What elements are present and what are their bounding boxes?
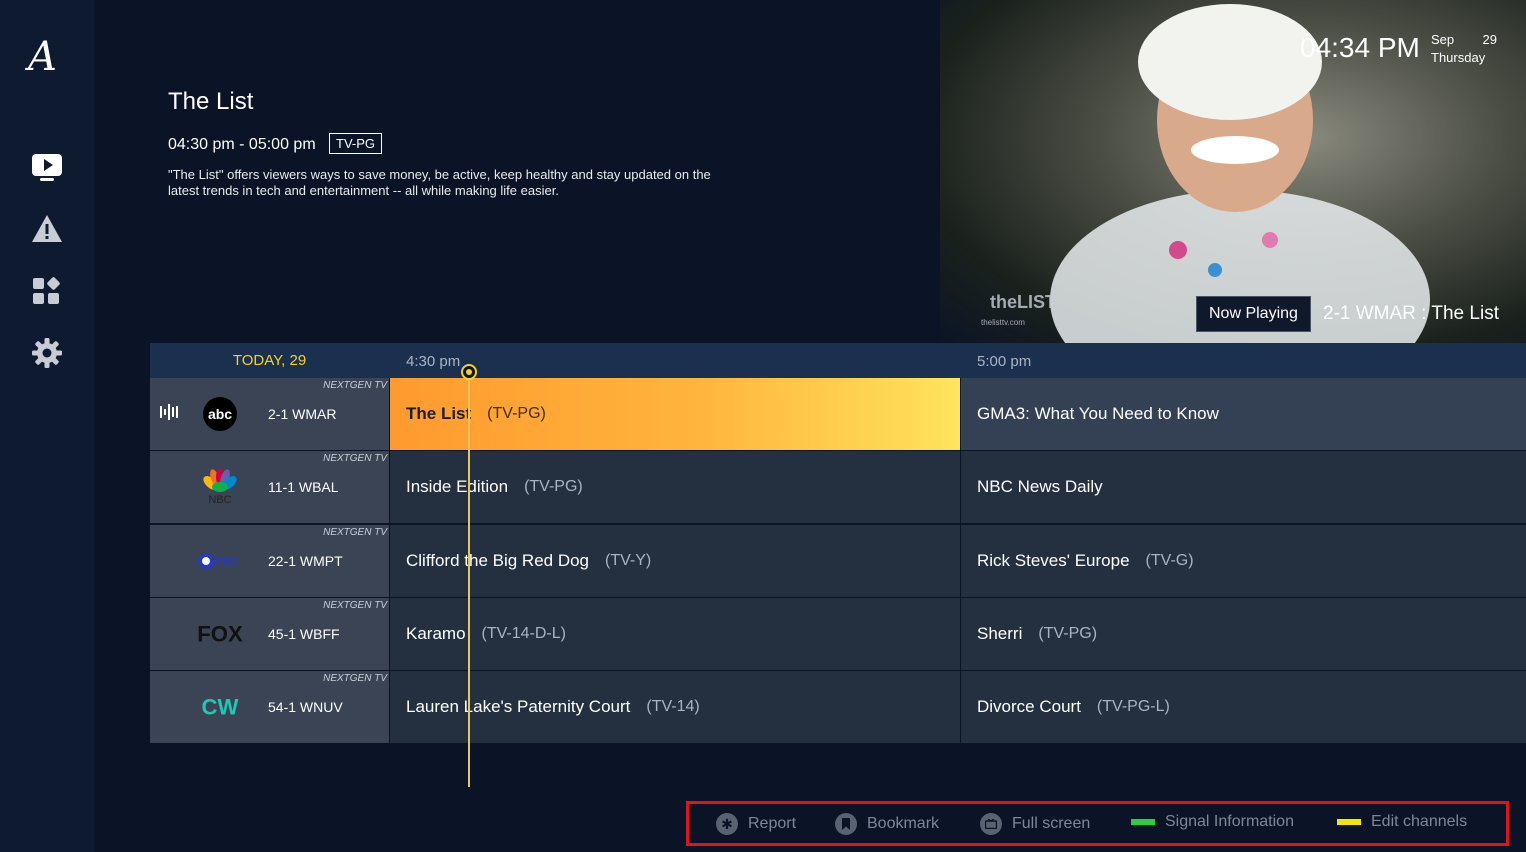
program-rating: (TV-14-D-L) [481,625,566,642]
tv-icon [980,813,1002,835]
channel-row[interactable]: NEXTGEN TV abc 2-1 WMAR The List (TV-PG)… [150,378,1526,450]
program-rating: (TV-G) [1145,552,1194,569]
day: 29 [1482,32,1497,47]
edit-channels-button[interactable]: Edit channels [1337,813,1467,831]
fullscreen-label: Full screen [1012,815,1091,832]
program-title: The List [406,404,472,423]
bookmark-button[interactable]: Bookmark [835,813,939,835]
apps-icon[interactable] [30,274,64,308]
current-time-line [468,371,470,787]
channel-watermark: theLIST [990,292,1056,312]
channel-number: 45-1 WBFF [268,626,340,642]
now-playing-label: Now Playing [1196,296,1311,332]
channel-number: 2-1 WMAR [268,406,337,422]
asterisk-icon: ✱ [716,813,738,835]
program-cell[interactable]: Clifford the Big Red Dog (TV-Y) [390,525,960,597]
nextgen-badge: NEXTGEN TV [323,453,387,464]
program-cell-selected[interactable]: The List (TV-PG) [390,378,960,450]
channel-row[interactable]: NEXTGEN TV PBS 22-1 WMPT Clifford the Bi… [150,525,1526,597]
program-title: Rick Steves' Europe [977,551,1130,570]
rating-badge: TV-PG [329,133,383,154]
program-time: 04:30 pm - 05:00 pm [168,136,316,153]
program-cell[interactable]: Rick Steves' Europe (TV-G) [961,525,1526,597]
program-cell[interactable]: NBC News Daily [961,451,1526,523]
pbs-logo: PBS [196,545,244,577]
program-cell[interactable]: Lauren Lake's Paternity Court (TV-14) [390,671,960,743]
nextgen-badge: NEXTGEN TV [323,527,387,538]
bookmark-icon [835,813,857,835]
program-rating: (TV-14) [646,698,700,715]
alert-icon[interactable] [30,212,64,246]
program-rating: (TV-PG) [1038,625,1098,642]
program-cell[interactable]: Sherri (TV-PG) [961,598,1526,670]
channel-row[interactable]: NEXTGEN TV NBC 11-1 WBAL Inside Edition … [150,451,1526,523]
cw-logo: CW [196,691,244,723]
program-description: "The List" offers viewers ways to save m… [168,167,711,198]
time-slot: 4:30 pm [406,353,461,370]
program-title: Karamo [406,624,466,643]
pbs-logo-text: PBS [215,556,238,568]
nextgen-badge: NEXTGEN TV [323,380,387,391]
channel-cell[interactable]: NEXTGEN TV abc 2-1 WMAR [150,378,389,450]
time-slot: 5:00 pm [977,353,1032,370]
fox-logo-text: FOX [197,621,243,646]
sidebar: A [0,0,94,852]
weekday: Thursday [1431,50,1486,65]
program-rating: (TV-PG-L) [1096,698,1170,715]
fullscreen-button[interactable]: Full screen [980,813,1090,835]
program-cell[interactable]: Divorce Court (TV-PG-L) [961,671,1526,743]
program-title: Divorce Court [977,697,1081,716]
watermark-url: thelisttv.com [981,318,1025,327]
channel-number: 22-1 WMPT [268,553,343,569]
program-title: Lauren Lake's Paternity Court [406,697,631,716]
program-rating: (TV-PG) [487,405,546,422]
channel-row[interactable]: NEXTGEN TV CW 54-1 WNUV Lauren Lake's Pa… [150,671,1526,743]
program-cell[interactable]: Inside Edition (TV-PG) [390,451,960,523]
program-title: Sherri [977,624,1023,643]
app-logo: A [28,34,57,80]
now-playing-channel: 2-1 WMAR : The List [1323,303,1499,324]
bottom-action-bar: ✱ Report Bookmark Full screen Signal Inf… [686,801,1509,846]
channel-cell[interactable]: NEXTGEN TV NBC 11-1 WBAL [150,451,389,523]
channel-row[interactable]: NEXTGEN TV FOX 45-1 WBFF Karamo (TV-14-D… [150,598,1526,670]
month: Sep [1431,32,1455,47]
channel-number: 54-1 WNUV [268,699,343,715]
signal-bars-icon [160,404,180,425]
nextgen-badge: NEXTGEN TV [323,673,387,684]
clock: 04:34 PM [1300,32,1420,63]
channel-number: 11-1 WBAL [268,479,339,495]
channel-cell[interactable]: NEXTGEN TV FOX 45-1 WBFF [150,598,389,670]
nbc-peacock-logo: NBC [196,469,244,505]
current-time-marker-icon [461,364,477,380]
program-rating: (TV-Y) [605,552,652,569]
cw-logo-text: CW [202,694,239,719]
program-cell[interactable]: Karamo (TV-14-D-L) [390,598,960,670]
guide-date: TODAY, 29 [232,352,307,369]
edit-label: Edit channels [1371,813,1468,830]
yellow-key-icon [1337,819,1361,825]
report-button[interactable]: ✱ Report [716,813,796,835]
program-rating: (TV-PG) [524,478,583,495]
date-display: Sep 29 Thursday [1431,31,1497,67]
signal-information-button[interactable]: Signal Information [1131,813,1294,831]
program-title: Clifford the Big Red Dog [406,551,590,570]
bookmark-label: Bookmark [867,815,940,832]
channel-cell[interactable]: NEXTGEN TV CW 54-1 WNUV [150,671,389,743]
report-label: Report [748,815,797,832]
program-title: Inside Edition [406,477,509,496]
signal-label: Signal Information [1165,813,1294,830]
fox-logo: FOX [196,618,244,650]
gear-icon[interactable] [30,336,64,370]
program-title: NBC News Daily [977,477,1103,496]
green-key-icon [1131,819,1155,825]
program-title: The List [168,88,254,115]
channel-cell[interactable]: NEXTGEN TV PBS 22-1 WMPT [150,525,389,597]
live-tv-icon[interactable] [30,150,64,184]
program-title: GMA3: What You Need to Know [977,404,1219,423]
abc-logo: abc [196,397,244,431]
program-cell[interactable]: GMA3: What You Need to Know [961,378,1526,450]
nbc-logo-text: NBC [208,494,231,505]
abc-logo-text: abc [208,406,232,422]
nextgen-badge: NEXTGEN TV [323,600,387,611]
